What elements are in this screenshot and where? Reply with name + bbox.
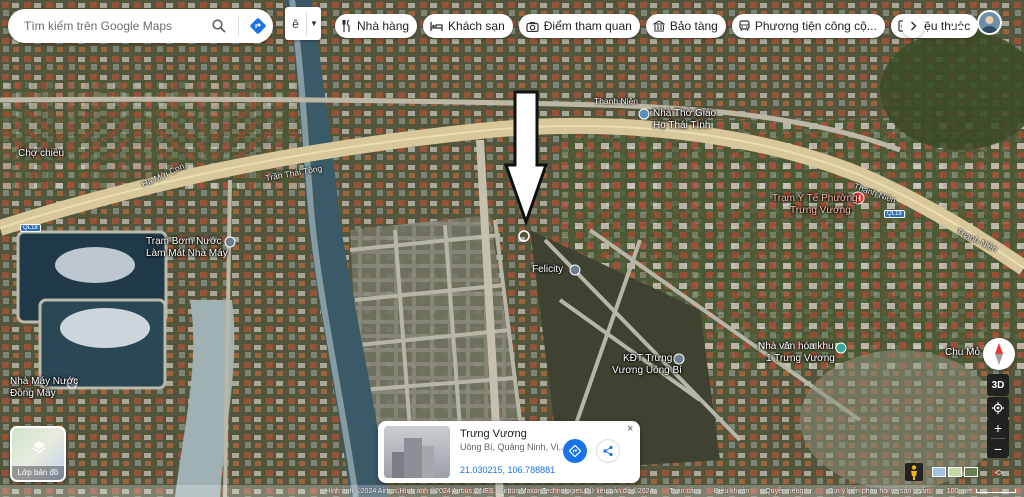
search-icon[interactable] (204, 11, 234, 41)
directions-icon (569, 445, 581, 457)
attribution-text: Hình ảnh ©2024 Airbus,Hình ảnh ©2024 Air… (325, 487, 654, 495)
scale-label: 100 mét (946, 487, 972, 495)
footer-feedback[interactable]: Gửi ý kiến phản hồi về sản phẩm (828, 488, 931, 495)
input-tools-button[interactable]: ê ▼ (285, 7, 321, 40)
chevron-right-icon (910, 21, 917, 31)
transit-icon (739, 20, 750, 32)
search-divider (238, 16, 239, 36)
footer-privacy[interactable]: Quyền riêng tư (765, 488, 812, 495)
location-target-icon (992, 402, 1004, 414)
map-layers-button[interactable]: Lớp bản đồ (10, 426, 66, 482)
search-input[interactable] (24, 19, 204, 33)
camera-icon (526, 21, 539, 32)
map-label-nha-van-hoa-2[interactable]: 1 Trưng Vương (766, 353, 835, 364)
zoom-out-button[interactable]: − (987, 439, 1009, 459)
chip-transit[interactable]: Phương tiện công cộ... (731, 14, 885, 38)
map-label-nha-tho[interactable]: Nhà Thờ Giáo (653, 108, 716, 119)
chip-hotels[interactable]: Khách sạn (423, 14, 513, 38)
road-shield-ql18-east: QL18 (884, 210, 905, 218)
place-title: Trưng Vương (460, 428, 527, 440)
street-view-thumbnail[interactable] (384, 426, 450, 478)
thumbnail-map[interactable] (932, 467, 946, 477)
my-location-button[interactable] (987, 397, 1009, 419)
footer-global[interactable]: Toàn cầu (669, 488, 697, 495)
place-card[interactable]: Trưng Vương Uông Bí, Quảng Ninh, Vi... 2… (378, 421, 640, 483)
road-shield-ql18: QL18 (20, 224, 41, 232)
share-button[interactable] (596, 439, 620, 463)
chip-attractions[interactable]: Điểm tham quan (518, 14, 640, 38)
chip-label: Nhà hàng (357, 19, 410, 33)
apps-grid-icon[interactable] (950, 14, 966, 30)
chip-label: Phương tiện công cộ... (754, 19, 877, 33)
pegman-icon[interactable] (905, 463, 923, 481)
hotel-icon (430, 22, 443, 31)
restaurant-icon (342, 20, 350, 32)
museum-icon (652, 20, 665, 32)
map-label-nha-may-nuoc[interactable]: Nhà Máy Nước (10, 376, 78, 387)
chip-label: Điểm tham quan (543, 19, 632, 33)
share-icon (603, 445, 613, 457)
chips-next-button[interactable] (902, 14, 924, 38)
close-card-button[interactable]: × (627, 423, 633, 435)
map-label-nha-tho-2[interactable]: Họ Thái Tình (653, 120, 710, 131)
directions-icon[interactable] (243, 11, 273, 41)
map-label-chu-mo[interactable]: Chu Mỏ (945, 347, 980, 358)
chip-restaurants[interactable]: Nhà hàng (335, 14, 418, 38)
compass-icon (995, 343, 1003, 365)
layers-icon (32, 441, 46, 453)
map-label-tram-y-te[interactable]: Trạm Y Tế Phường (772, 193, 858, 204)
map-label-kdt-2[interactable]: Vương Uông Bí (612, 365, 682, 376)
tilt-3d-button[interactable]: 3D (987, 374, 1009, 396)
place-coordinates[interactable]: 21.030215, 106.788881 (460, 465, 555, 475)
thumbnail-satellite[interactable] (964, 467, 978, 477)
scale-indicator[interactable]: 100 mét (947, 488, 1016, 495)
input-tools-glyph: ê (285, 11, 307, 36)
map-label-felicity[interactable]: Felicity (532, 264, 563, 275)
account-avatar[interactable] (977, 10, 1002, 35)
zoom-controls: + − (987, 418, 1009, 458)
map-label-kdt[interactable]: KĐT Trưng (623, 353, 672, 364)
compass-button[interactable] (983, 338, 1015, 370)
place-address: Uông Bí, Quảng Ninh, Vi... (460, 442, 566, 452)
map-label-nha-may-nuoc-2[interactable]: Đồng Mây (10, 388, 56, 399)
search-bar (8, 9, 273, 43)
map-label-tram-bom-2[interactable]: Làm Mát Nhà Máy (146, 248, 228, 259)
scale-bar (976, 489, 1016, 493)
map-label-tram-y-te-2[interactable]: Trưng Vương (790, 205, 851, 216)
category-chips: Nhà hàng Khách sạn Điểm tham quan Bảo tà… (335, 14, 979, 38)
chip-label: Bảo tàng (669, 19, 718, 33)
imagery-thumbnails[interactable] (932, 467, 978, 477)
footer-terms[interactable]: Điều khoản (714, 488, 749, 495)
attribution-footer: Hình ảnh ©2024 Airbus,Hình ảnh ©2024 Air… (0, 485, 1024, 497)
road-label-thanh-nien-1: Thanh Niên (594, 96, 638, 106)
chip-museums[interactable]: Bảo tàng (645, 14, 726, 38)
map-label-nha-van-hoa[interactable]: Nhà văn hóa khu (758, 341, 834, 352)
map-label-tram-bom[interactable]: Trạm Bơm Nước (146, 236, 222, 247)
layers-label: Lớp bản đồ (12, 466, 64, 480)
expand-chevron-icon[interactable]: ︿ ﹀ (993, 466, 1005, 481)
directions-button[interactable] (563, 439, 587, 463)
chip-label: Khách sạn (448, 19, 505, 33)
thumbnail-terrain[interactable] (948, 467, 962, 477)
chevron-down-icon[interactable]: ▼ (307, 19, 321, 28)
map-label-cho-chieu[interactable]: Chợ chiều (18, 148, 64, 159)
zoom-in-button[interactable]: + (987, 418, 1009, 438)
